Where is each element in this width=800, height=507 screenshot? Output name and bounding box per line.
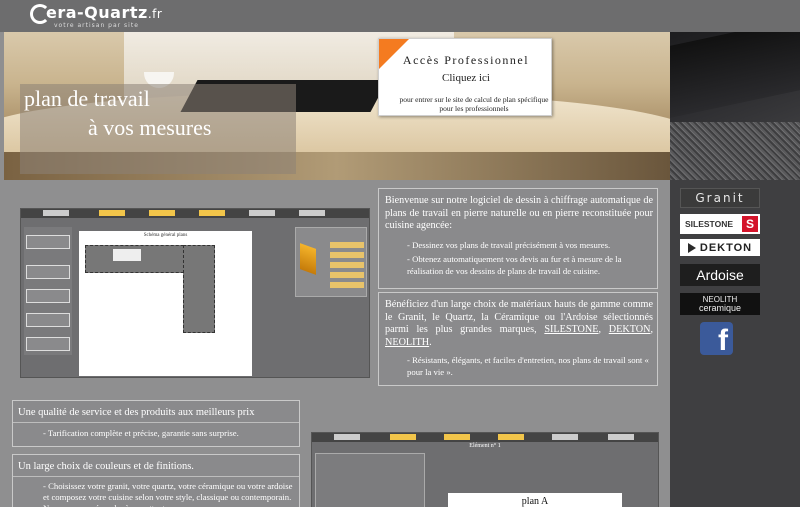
preview-tab [149,210,175,216]
silestone-link[interactable]: SILESTONE [544,324,598,335]
preview-tab [99,210,125,216]
side-granite-texture [670,122,800,180]
logo-tld: .fr [147,7,163,21]
side-glass-cooktop [670,32,800,120]
preview-tab [608,434,634,440]
preview-tab [199,210,225,216]
preview-field [26,235,70,249]
service-title: Une qualité de service et des produits a… [18,407,255,418]
divider [13,422,299,423]
preview2-form-panel [315,453,425,507]
neolith-link[interactable]: NEOLITH [385,337,429,348]
preview-tab [552,434,578,440]
preview-material-panel [295,227,367,297]
pro-access-link[interactable]: Cliquez ici [379,72,553,84]
divider [13,476,299,477]
preview-tab [43,210,69,216]
preview-field [26,337,70,351]
materials-box: Bénéficiez d'un large choix de matériaux… [378,292,658,386]
brand-silestone-button[interactable]: SILESTONE S [680,214,760,234]
side-stone-photo [670,32,800,180]
materials-separator: , [598,324,609,335]
preview-button [330,252,364,258]
intro-box: Bienvenue sur notre logiciel de dessin à… [378,188,658,289]
preview-tab [444,434,470,440]
colors-box: Un large choix de couleurs et de finitio… [12,454,300,507]
facebook-icon[interactable]: f [700,322,733,355]
preview-canvas-title: Schéma général plans [143,233,188,238]
intro-lead: Bienvenue sur notre logiciel de dessin à… [385,195,653,231]
silestone-s-icon: S [742,216,758,232]
intro-bullet-2: - Obtenez automatiquement vos devis au f… [407,254,622,276]
preview-sink-shape [113,249,141,261]
preview2-title: Elément n° 1 [469,443,501,449]
logo-tagline: votre artisan par site [54,22,139,29]
hero-headline-line2: à vos mesures [88,115,212,140]
preview-tabbar [21,209,369,218]
preview-tab [498,434,524,440]
service-line: - Tarification complète et précise, gara… [43,428,239,438]
colors-line: - Choisissez votre granit, votre quartz,… [43,481,293,507]
silestone-label: SILESTONE [685,219,734,229]
brand-dekton-button[interactable]: DEKTON [680,239,760,256]
preview-button [330,272,364,278]
intro-bullet-1: - Dessinez vos plans de travail précisém… [407,240,611,250]
preview-field [26,289,70,303]
preview-tab [334,434,360,440]
dekton-triangle-icon [687,242,696,253]
preview-tabbar [312,433,658,442]
preview-tab [390,434,416,440]
materials-lead-end: . [429,336,432,348]
dekton-link[interactable]: DEKTON [609,324,651,335]
preview-drawing-canvas: Schéma général plans [79,231,252,376]
pro-access-title: Accès Professionnel [402,53,530,67]
preview-field [26,313,70,327]
software-preview-image-2: Elément n° 1 plan A [311,432,659,507]
colors-title: Un large choix de couleurs et de finitio… [18,461,194,472]
dekton-label: DEKTON [699,241,753,254]
service-box: Une qualité de service et des produits a… [12,400,300,447]
preview-button [330,242,364,248]
professional-access-box[interactable]: Accès Professionnel Cliquez ici pour ent… [378,38,552,116]
preview-tab [249,210,275,216]
preview-button [330,282,364,288]
materials-separator: , [650,324,654,335]
brand-neolith-button[interactable]: NEOLITH ceramique [680,293,760,315]
preview-cube-icon [300,243,316,275]
top-bar: era-Quartz.fr votre artisan par site [0,0,800,32]
neolith-sublabel: ceramique [698,302,742,313]
hero-headline-line1: plan de travail [24,86,150,111]
brand-ardoise-button[interactable]: Ardoise [680,264,760,286]
preview-button [330,262,364,268]
preview-left-panel [24,227,72,355]
preview2-plan-label: plan A [521,496,549,507]
materials-lead: Bénéficiez d'un large choix de matériaux… [385,299,653,349]
preview-countertop-shape [183,245,215,333]
materials-bullet: - Résistants, élégants, et faciles d'ent… [407,355,649,377]
software-preview-image: Schéma général plans [20,208,370,378]
brand-granit-button[interactable]: Granit [680,188,760,208]
pro-access-description: pour entrer sur le site de calcul de pla… [399,95,549,113]
preview-field [26,265,70,279]
preview-tab [299,210,325,216]
preview2-plan-sheet: plan A [448,493,622,507]
logo-text: era-Quartz [46,3,148,22]
